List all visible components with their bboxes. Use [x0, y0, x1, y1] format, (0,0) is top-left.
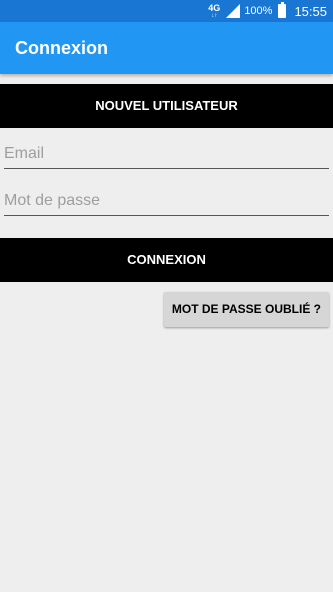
clock: 15:55: [294, 3, 327, 19]
email-field[interactable]: [4, 140, 329, 169]
network-type-indicator: 4G ↓↑: [208, 2, 221, 19]
data-arrows-icon: ↓↑: [211, 12, 218, 19]
app-bar: Connexion: [0, 22, 333, 74]
battery-icon: [278, 2, 287, 18]
login-button[interactable]: CONNEXION: [0, 238, 333, 282]
status-icons: 4G ↓↑ 100% 15:55: [208, 0, 327, 22]
page-title: Connexion: [15, 38, 108, 58]
network-type-label: 4G: [208, 2, 221, 13]
password-field[interactable]: [4, 187, 329, 216]
new-user-button[interactable]: NOUVEL UTILISATEUR: [0, 84, 333, 128]
status-bar: 4G ↓↑ 100% 15:55: [0, 0, 333, 22]
battery-percent: 100%: [244, 5, 273, 17]
signal-icon: [226, 4, 241, 18]
forgot-password-button[interactable]: MOT DE PASSE OUBLIÉ ?: [163, 292, 329, 327]
